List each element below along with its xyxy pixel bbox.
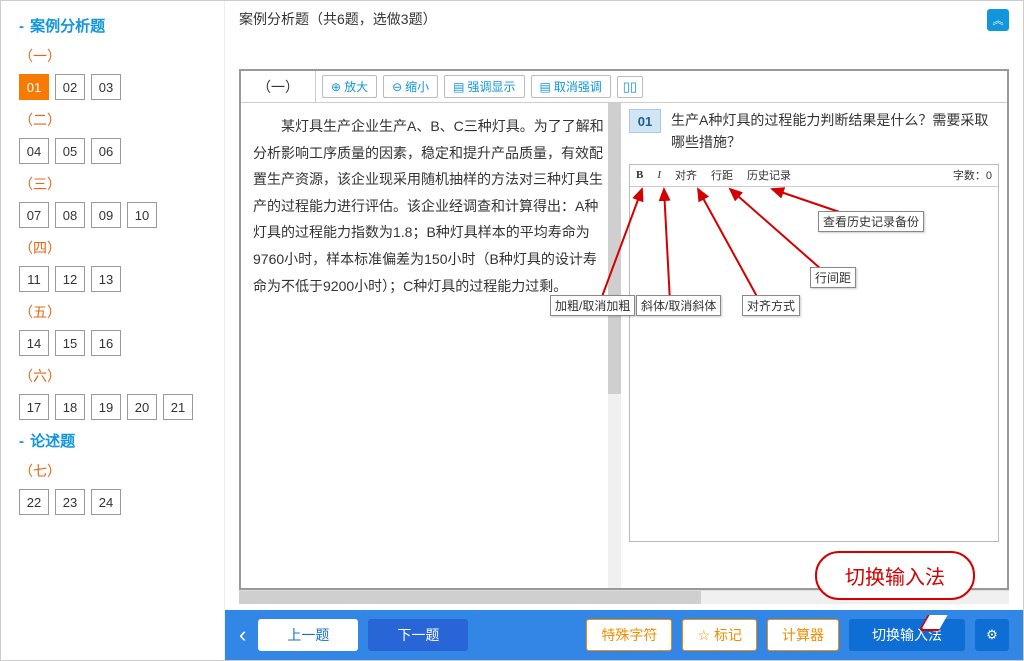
zoom-out-button[interactable]: ⊖缩小 xyxy=(383,75,438,98)
q-nav-15[interactable]: 15 xyxy=(55,330,85,356)
anno-bold-label: 加粗/取消加粗 xyxy=(550,295,635,316)
q-nav-18[interactable]: 18 xyxy=(55,394,85,420)
group-7: （七） 22 23 24 xyxy=(19,461,224,515)
q-nav-06[interactable]: 06 xyxy=(91,138,121,164)
group-6: （六） 17 18 19 20 21 xyxy=(19,366,224,420)
q-nav-16[interactable]: 16 xyxy=(91,330,121,356)
group-5: （五） 14 15 16 xyxy=(19,302,224,356)
answer-editor: B I 对齐 行距 历史记录 字数：0 xyxy=(629,164,999,542)
star-icon: ☆ xyxy=(697,627,710,644)
unhighlight-button[interactable]: ▤取消强调 xyxy=(531,75,611,98)
gear-icon: ⚙ xyxy=(986,627,998,643)
q-nav-01[interactable]: 01 xyxy=(19,74,49,100)
prev-button[interactable]: 上一题 xyxy=(258,619,358,651)
annotation-arrows xyxy=(630,187,998,541)
body-split: 某灯具生产企业生产A、B、C三种灯具。为了了解和分析影响工序质量的因素，稳定和提… xyxy=(241,103,1007,588)
plus-icon: ⊕ xyxy=(331,80,341,94)
mark-button[interactable]: ☆标记 xyxy=(682,619,757,651)
word-count: 字数：0 xyxy=(953,167,992,183)
ime-callout: 切换输入法 xyxy=(815,551,975,600)
q-nav-23[interactable]: 23 xyxy=(55,489,85,515)
passage-text: 某灯具生产企业生产A、B、C三种灯具。为了了解和分析影响工序质量的因素，稳定和提… xyxy=(241,103,621,588)
q-nav-13[interactable]: 13 xyxy=(91,266,121,292)
special-char-button[interactable]: 特殊字符 xyxy=(586,619,672,651)
question-text: 生产A种灯具的过程能力判断结果是什么？需要采取哪些措施？ xyxy=(671,109,999,154)
content-wrap: （一） ⊕放大 ⊖缩小 ▤强调显示 ▤取消强调 ▯▯ 某灯具生产企业生产A、B、… xyxy=(239,69,1009,590)
lineheight-button[interactable]: 行距 xyxy=(711,167,733,183)
split-icon: ▯▯ xyxy=(623,79,637,95)
group-7-label: （七） xyxy=(19,461,224,481)
group-2: （二） 04 05 06 xyxy=(19,110,224,164)
group-4: （四） 11 12 13 xyxy=(19,238,224,292)
q-nav-22[interactable]: 22 xyxy=(19,489,49,515)
q-nav-03[interactable]: 03 xyxy=(91,74,121,100)
q-nav-19[interactable]: 19 xyxy=(91,394,121,420)
anno-align-label: 对齐方式 xyxy=(742,295,800,316)
page-title: 案例分析题（共6题，选做3题） xyxy=(239,9,437,29)
section-essay-title: - 论述题 xyxy=(19,430,224,451)
minus-icon: ⊖ xyxy=(392,80,402,94)
group-4-label: （四） xyxy=(19,238,224,258)
group-5-label: （五） xyxy=(19,302,224,322)
page-header: 案例分析题（共6题，选做3题） ︽ xyxy=(225,1,1023,31)
ime-button[interactable]: 切换输入法 xyxy=(849,619,965,651)
q-nav-24[interactable]: 24 xyxy=(91,489,121,515)
group-3: （三） 07 08 09 10 xyxy=(19,174,224,228)
bold-button[interactable]: B xyxy=(636,169,643,181)
anno-italic-label: 斜体/取消斜体 xyxy=(636,295,721,316)
anno-lineheight-label: 行间距 xyxy=(810,267,856,288)
align-button[interactable]: 对齐 xyxy=(675,167,697,183)
q-nav-21[interactable]: 21 xyxy=(163,394,193,420)
bottom-bar: ‹ 上一题 下一题 特殊字符 ☆标记 计算器 切换输入法 ⚙ xyxy=(225,610,1023,660)
editor-toolbar: B I 对齐 行距 历史记录 字数：0 xyxy=(630,165,998,187)
group-3-label: （三） xyxy=(19,174,224,194)
question-number-badge: 01 xyxy=(629,109,661,133)
collapse-left-icon[interactable]: ‹ xyxy=(239,622,246,648)
zoom-in-button[interactable]: ⊕放大 xyxy=(322,75,377,98)
toolbar-group-label: （一） xyxy=(241,71,316,102)
passage-scrollbar[interactable] xyxy=(608,103,621,588)
calculator-button[interactable]: 计算器 xyxy=(767,619,839,651)
anno-history-label: 查看历史记录备份 xyxy=(818,211,924,232)
history-button[interactable]: 历史记录 xyxy=(747,167,791,183)
q-nav-02[interactable]: 02 xyxy=(55,74,85,100)
highlight-button[interactable]: ▤强调显示 xyxy=(444,75,524,98)
collapse-button[interactable]: ︽ xyxy=(987,9,1009,31)
q-nav-12[interactable]: 12 xyxy=(55,266,85,292)
group-6-label: （六） xyxy=(19,366,224,386)
group-2-label: （二） xyxy=(19,110,224,130)
q-nav-11[interactable]: 11 xyxy=(19,266,49,292)
q-nav-04[interactable]: 04 xyxy=(19,138,49,164)
q-nav-17[interactable]: 17 xyxy=(19,394,49,420)
group-1: （一） 01 02 03 xyxy=(19,46,224,100)
q-nav-07[interactable]: 07 xyxy=(19,202,49,228)
section-case-title: - 案例分析题 xyxy=(19,15,224,36)
list-icon: ▤ xyxy=(540,80,551,94)
q-nav-08[interactable]: 08 xyxy=(55,202,85,228)
main-area: 案例分析题（共6题，选做3题） ︽ （一） ⊕放大 ⊖缩小 ▤强调显示 ▤取消强… xyxy=(225,1,1023,660)
passage-toolbar: （一） ⊕放大 ⊖缩小 ▤强调显示 ▤取消强调 ▯▯ xyxy=(241,71,1007,103)
group-1-label: （一） xyxy=(19,46,224,66)
settings-button[interactable]: ⚙ xyxy=(975,619,1009,651)
q-nav-20[interactable]: 20 xyxy=(127,394,157,420)
q-nav-10[interactable]: 10 xyxy=(127,202,157,228)
q-nav-09[interactable]: 09 xyxy=(91,202,121,228)
sidebar: - 案例分析题 （一） 01 02 03 （二） 04 05 06 （三） 07… xyxy=(1,1,225,660)
list-icon: ▤ xyxy=(453,80,464,94)
q-nav-14[interactable]: 14 xyxy=(19,330,49,356)
q-nav-05[interactable]: 05 xyxy=(55,138,85,164)
split-layout-button[interactable]: ▯▯ xyxy=(617,76,643,98)
next-button[interactable]: 下一题 xyxy=(368,619,468,651)
editor-textarea[interactable]: 加粗/取消加粗 斜体/取消斜体 对齐方式 行间距 查看历史记录备份 xyxy=(630,187,998,541)
answer-pane: 01 生产A种灯具的过程能力判断结果是什么？需要采取哪些措施？ B I 对齐 行… xyxy=(621,103,1007,588)
italic-button[interactable]: I xyxy=(657,169,661,181)
